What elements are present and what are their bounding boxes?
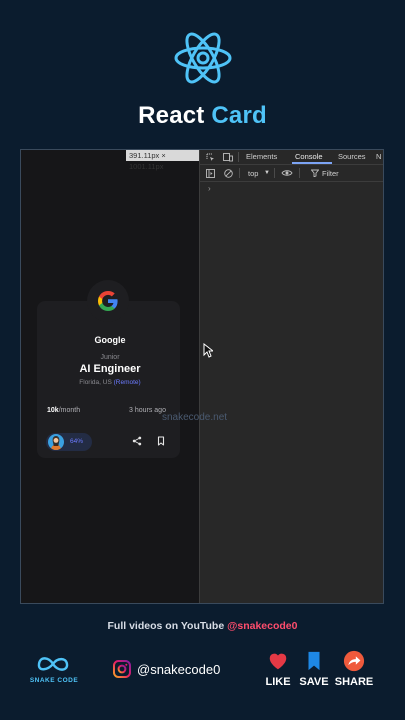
- instagram-handle[interactable]: @snakecode0: [137, 662, 220, 677]
- tab-console[interactable]: Console: [295, 152, 323, 161]
- devtools-tabs: Elements Console Sources N: [200, 150, 383, 165]
- console-prompt[interactable]: ›: [208, 184, 211, 193]
- watermark: snakecode.net: [162, 412, 228, 423]
- salary: 10k/month: [47, 407, 80, 414]
- google-icon: [98, 291, 118, 311]
- save-label: SAVE: [299, 676, 329, 688]
- chevron-down-icon: ▼: [264, 170, 270, 176]
- browser-frame: 391.11px × 1001.11px Google Junior AI En…: [20, 149, 384, 604]
- brand-name: SNAKE CODE: [29, 677, 79, 684]
- device-toolbar-icon[interactable]: [223, 153, 233, 162]
- avatar: [48, 434, 64, 450]
- clear-console-icon[interactable]: [224, 169, 233, 178]
- like-button[interactable]: LIKE: [258, 650, 298, 688]
- tab-elements[interactable]: Elements: [246, 152, 277, 161]
- context-select[interactable]: top: [248, 169, 258, 178]
- promo-line: Full videos on YouTube @snakecode0: [0, 620, 405, 632]
- promo-text: Full videos on YouTube: [107, 620, 225, 632]
- bookmark-icon: [308, 651, 320, 671]
- share-label: SHARE: [334, 676, 374, 688]
- posted-time: 3 hours ago: [129, 407, 166, 414]
- share-icon[interactable]: [132, 436, 142, 446]
- salary-unit: /month: [58, 407, 81, 414]
- viewport-dimensions: 391.11px × 1001.11px: [126, 150, 199, 171]
- like-label: LIKE: [265, 676, 291, 688]
- job-level: Junior: [100, 354, 120, 361]
- page-title: React Card: [0, 102, 405, 130]
- location-text: Florida, US: [79, 379, 112, 386]
- sidebar-toggle-icon[interactable]: [206, 169, 215, 178]
- filter-icon: [311, 169, 319, 177]
- share-arrow-icon: [343, 650, 365, 672]
- console-toolbar: top ▼ Filter: [200, 165, 383, 182]
- save-button[interactable]: SAVE: [294, 650, 334, 688]
- share-button[interactable]: SHARE: [334, 650, 374, 688]
- inspect-icon[interactable]: [206, 153, 215, 162]
- tab-network[interactable]: N: [376, 152, 381, 161]
- page-viewport: 391.11px × 1001.11px Google Junior AI En…: [21, 150, 199, 603]
- title-react: React: [138, 102, 205, 129]
- job-title: AI Engineer: [79, 363, 141, 375]
- salary-value: 10k: [47, 407, 59, 414]
- active-tab-indicator: [292, 162, 332, 164]
- tab-sources[interactable]: Sources: [338, 152, 366, 161]
- mouse-cursor-icon: [203, 343, 213, 358]
- title-card: Card: [211, 102, 267, 129]
- job-location: Florida, US (Remote): [21, 379, 199, 386]
- company-logo: [87, 280, 129, 322]
- console-filter-input[interactable]: Filter: [322, 169, 339, 178]
- instagram-icon[interactable]: [113, 660, 131, 678]
- devtools-panel: Elements Console Sources N top ▼ Filter …: [199, 150, 383, 603]
- match-percent: 64%: [70, 438, 84, 445]
- company-name: Google: [94, 335, 126, 345]
- promo-handle[interactable]: @snakecode0: [227, 620, 297, 632]
- heart-icon: [269, 653, 287, 670]
- bookmark-icon[interactable]: [156, 436, 166, 446]
- work-type: (Remote): [113, 379, 141, 386]
- snake-code-logo-icon: [37, 657, 69, 671]
- eye-icon[interactable]: [281, 169, 293, 177]
- person-icon: [51, 436, 61, 450]
- react-logo-icon: [174, 32, 232, 84]
